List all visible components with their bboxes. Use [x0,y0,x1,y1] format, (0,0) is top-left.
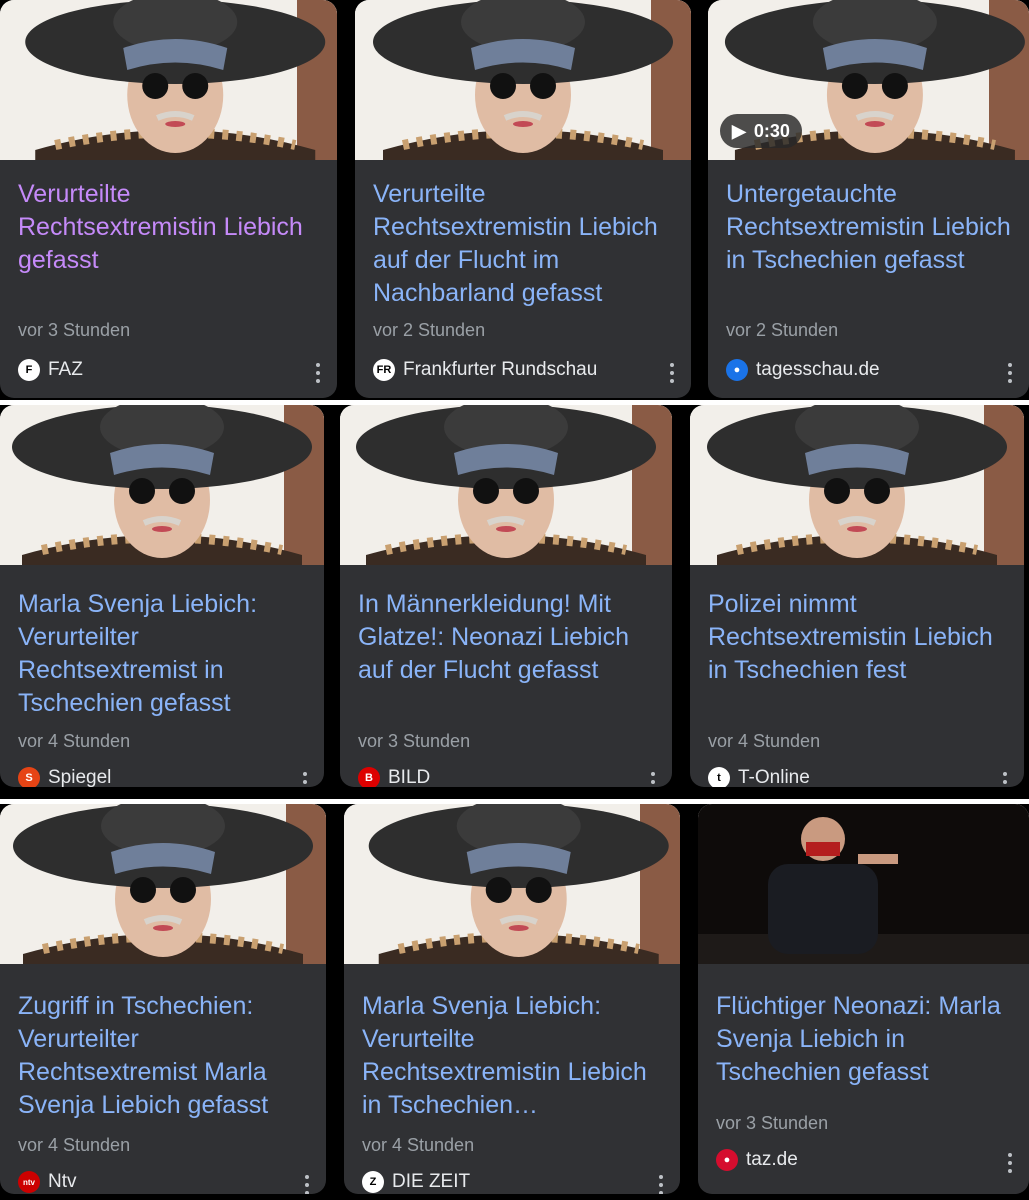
publisher-logo-icon: ntv [18,1171,40,1193]
timestamp: vor 4 Stunden [708,731,821,751]
person-hat-front-icon[interactable] [0,405,324,565]
publisher-logo-icon: ● [716,1149,738,1171]
headline-link[interactable]: Marla Svenja Liebich: Verurteilter Recht… [18,588,312,720]
source[interactable]: t T-Online [708,767,810,787]
source-name: FAZ [48,359,83,380]
source[interactable]: S Spiegel [18,767,111,787]
news-card[interactable]: Verurteilte Rechtsextremistin Liebich ge… [0,0,337,398]
source-name: Spiegel [48,767,112,787]
source-name: tagesschau.de [756,359,880,380]
more-options-icon[interactable] [1007,1153,1013,1173]
source[interactable]: Z DIE ZEIT [362,1171,470,1193]
more-options-icon[interactable] [669,363,675,383]
headline-link[interactable]: Verurteilte Rechtsextremistin Liebich au… [373,178,679,310]
more-options-icon[interactable] [1002,772,1008,787]
more-options-icon[interactable] [1007,363,1013,383]
timestamp: vor 2 Stunden [726,320,839,340]
duration-label: 0:30 [753,120,790,141]
headline-link[interactable]: Untergetauchte Rechtsextremistin Liebich… [726,178,1017,277]
person-hat-profile-icon[interactable] [344,804,680,964]
source[interactable]: ntv Ntv [18,1171,77,1193]
news-card[interactable]: Flüchtiger Neonazi: Marla Svenja Liebich… [698,804,1029,1194]
video-duration-badge: ▶ 0:30 [720,114,802,148]
source[interactable]: F FAZ [18,359,83,381]
timestamp: vor 4 Stunden [18,731,131,751]
source[interactable]: B BILD [358,767,430,787]
source-name: T-Online [738,767,810,787]
more-options-icon[interactable] [304,1175,310,1194]
more-options-icon[interactable] [650,772,656,787]
source-name: Frankfurter Rundschau [403,359,598,380]
person-on-stage-icon[interactable] [698,804,1029,964]
publisher-logo-icon: Z [362,1171,384,1193]
timestamp: vor 3 Stunden [358,731,471,751]
more-options-icon[interactable] [315,363,321,383]
headline-link[interactable]: Polizei nimmt Rechtsextremistin Liebich … [708,588,1012,687]
timestamp: vor 2 Stunden [373,320,486,340]
source-name: DIE ZEIT [392,1171,471,1192]
news-card[interactable]: Marla Svenja Liebich: Verurteilte Rechts… [344,804,680,1194]
source-name: Ntv [48,1171,77,1192]
source[interactable]: FR Frankfurter Rundschau [373,359,597,381]
news-card[interactable]: ▶ 0:30 Untergetauchte Rechtsextremistin L… [708,0,1029,398]
source-name: taz.de [746,1149,798,1170]
source-name: BILD [388,767,431,787]
timestamp: vor 4 Stunden [18,1135,131,1155]
person-hat-front-icon[interactable] [340,405,672,565]
timestamp: vor 3 Stunden [716,1113,829,1133]
publisher-logo-icon: FR [373,359,395,381]
publisher-logo-icon: t [708,767,730,787]
news-card[interactable]: Polizei nimmt Rechtsextremistin Liebich … [690,405,1024,787]
person-hat-front-icon[interactable] [355,0,691,160]
news-card[interactable]: Marla Svenja Liebich: Verurteilter Recht… [0,405,324,787]
person-hat-front-icon[interactable] [0,804,326,964]
source[interactable]: ● tagesschau.de [726,359,880,381]
timestamp: vor 4 Stunden [362,1135,475,1155]
headline-link[interactable]: Zugriff in Tschechien: Verurteilter Rech… [18,990,314,1122]
play-icon: ▶ [732,120,746,141]
news-card[interactable]: In Männerkleidung! Mit Glatze!: Neonazi … [340,405,672,787]
news-card[interactable]: Verurteilte Rechtsextremistin Liebich au… [355,0,691,398]
headline-link[interactable]: Marla Svenja Liebich: Verurteilte Rechts… [362,990,668,1122]
person-hat-profile-icon[interactable] [0,0,337,160]
source[interactable]: ● taz.de [716,1149,798,1171]
more-options-icon[interactable] [658,1175,664,1194]
publisher-logo-icon: S [18,767,40,787]
headline-link[interactable]: In Männerkleidung! Mit Glatze!: Neonazi … [358,588,660,687]
timestamp: vor 3 Stunden [18,320,131,340]
headline-link[interactable]: Verurteilte Rechtsextremistin Liebich ge… [18,178,325,277]
publisher-logo-icon: F [18,359,40,381]
publisher-logo-icon: B [358,767,380,787]
headline-link[interactable]: Flüchtiger Neonazi: Marla Svenja Liebich… [716,990,1017,1089]
news-card[interactable]: Zugriff in Tschechien: Verurteilter Rech… [0,804,326,1194]
person-hat-front-icon[interactable] [690,405,1024,565]
publisher-logo-icon: ● [726,359,748,381]
more-options-icon[interactable] [302,772,308,787]
